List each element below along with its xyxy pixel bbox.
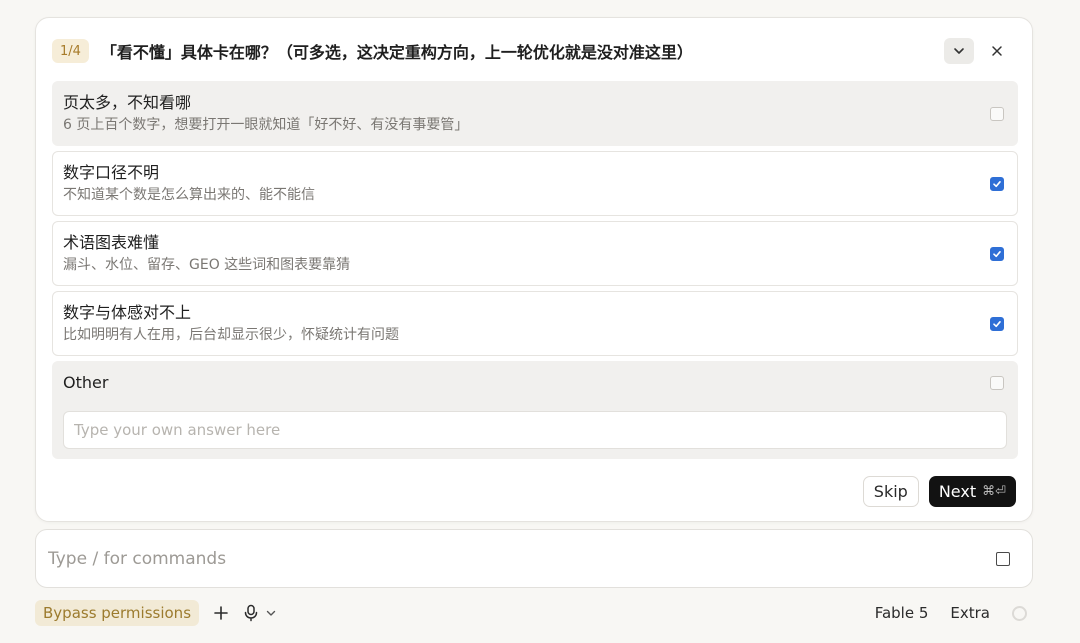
bottom-right-group: Fable 5 Extra [875,604,1033,622]
microphone-button[interactable] [243,604,277,622]
options-list: 页太多，不知看哪 6 页上百个数字，想要打开一眼就知道「好不好、有没有事要管」 … [52,81,1018,464]
chevron-down-icon [266,610,276,616]
check-icon [993,321,1001,328]
next-button[interactable]: Next ⌘⏎ [928,476,1016,507]
option-title: 页太多，不知看哪 [63,93,192,112]
option-item[interactable]: 数字口径不明 不知道某个数是怎么算出来的、能不能信 [52,151,1018,216]
extra-selector[interactable]: Extra [950,604,990,622]
model-selector[interactable]: Fable 5 [875,604,929,622]
check-icon [993,181,1001,188]
option-checkbox[interactable] [990,247,1004,261]
option-checkbox[interactable] [990,177,1004,191]
option-item[interactable]: 页太多，不知看哪 6 页上百个数字，想要打开一眼就知道「好不好、有没有事要管」 [52,81,1018,146]
other-answer-input[interactable] [63,411,1007,449]
question-counter: 1/4 [52,39,89,63]
option-checkbox[interactable] [990,107,1004,121]
question-header: 1/4 「看不懂」具体卡在哪？（可多选，这决定重构方向，上一轮优化就是没对准这里… [52,38,1012,64]
stop-icon[interactable] [996,552,1010,566]
command-input[interactable] [48,542,948,576]
question-footer: Skip Next ⌘⏎ [862,476,1016,507]
check-icon [993,251,1001,258]
bottom-toolbar: Bypass permissions Fable 5 Extra [35,599,1033,627]
option-checkbox[interactable] [990,317,1004,331]
question-card: 1/4 「看不懂」具体卡在哪？（可多选，这决定重构方向，上一轮优化就是没对准这里… [35,17,1033,522]
next-shortcut-hint: ⌘⏎ [982,484,1006,499]
question-title: 「看不懂」具体卡在哪？（可多选，这决定重构方向，上一轮优化就是没对准这里） [100,43,693,62]
close-icon [992,46,1002,56]
option-item[interactable]: 数字与体感对不上 比如明明有人在用，后台却显示很少，怀疑统计有问题 [52,291,1018,356]
option-item[interactable]: 术语图表难懂 漏斗、水位、留存、GEO 这些词和图表要靠猜 [52,221,1018,286]
option-description: 比如明明有人在用，后台却显示很少，怀疑统计有问题 [63,327,399,343]
question-actions [944,38,1012,64]
option-description: 6 页上百个数字，想要打开一眼就知道「好不好、有没有事要管」 [63,117,469,133]
option-description: 不知道某个数是怎么算出来的、能不能信 [63,187,315,203]
option-other-label: Other [63,373,109,392]
option-title: 数字口径不明 [63,163,160,182]
next-button-label: Next [938,482,977,501]
add-button[interactable] [213,605,229,621]
option-title: 术语图表难懂 [63,233,160,252]
microphone-icon [244,604,258,622]
option-title: 数字与体感对不上 [63,303,192,322]
option-other[interactable]: Other [52,361,1018,459]
close-button[interactable] [982,38,1012,64]
bypass-permissions-badge[interactable]: Bypass permissions [35,600,200,626]
collapse-button[interactable] [944,38,974,64]
command-bar [35,529,1033,588]
option-other-checkbox[interactable] [990,376,1004,390]
status-ring-icon [1012,605,1027,621]
option-description: 漏斗、水位、留存、GEO 这些词和图表要靠猜 [63,257,351,273]
plus-icon [214,606,228,620]
chevron-down-icon [954,48,964,54]
skip-button[interactable]: Skip [862,476,919,507]
